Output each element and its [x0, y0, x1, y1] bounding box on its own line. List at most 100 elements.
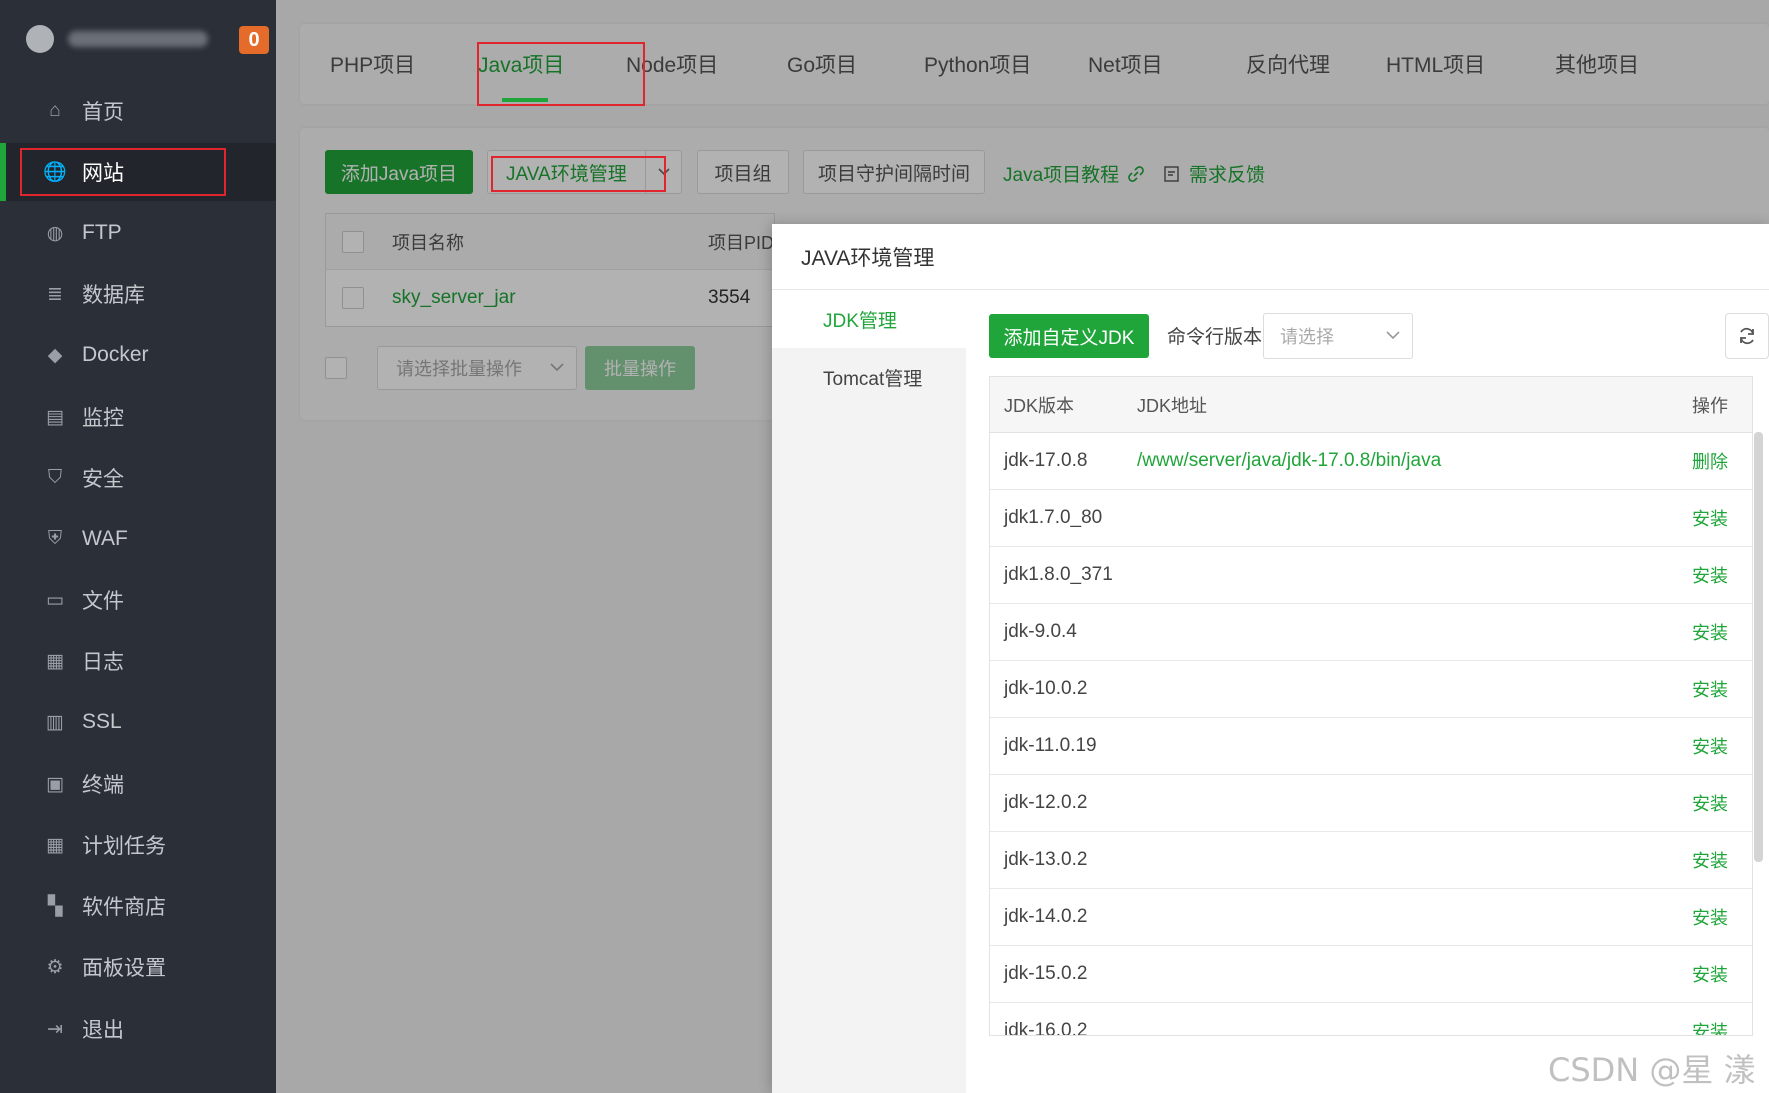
notification-badge[interactable]: 0 — [239, 26, 269, 54]
watermark: CSDN @星 漾 — [1548, 1051, 1756, 1089]
jdk-table-scrollbar[interactable] — [1754, 432, 1763, 862]
sidebar-item-14[interactable]: ⚙ 面板设置 — [0, 938, 276, 996]
sidebar-item-label: 计划任务 — [82, 835, 166, 858]
cmd-version-label: 命令行版本 — [1167, 327, 1263, 348]
sidebar-item-7[interactable]: ⛨ WAF — [0, 510, 276, 568]
cmd-version-select[interactable]: 请选择 — [1263, 313, 1413, 359]
install-link[interactable]: 安装 — [1692, 961, 1752, 987]
sidebar-item-15[interactable]: ⇥ 退出 — [0, 1000, 276, 1058]
jdk-version: jdk-17.0.8 — [1004, 450, 1088, 471]
sidebar-item-label: 数据库 — [82, 284, 145, 307]
terminal-icon: ▣ — [46, 773, 64, 795]
sidebar-item-label: 文件 — [82, 590, 124, 613]
jdk-version: jdk-15.0.2 — [1004, 963, 1088, 984]
apps-icon: ▚ — [47, 895, 63, 917]
refresh-button[interactable] — [1725, 313, 1769, 359]
table-row: jdk-15.0.2 安装 — [990, 946, 1752, 1003]
header-jdk-path: JDK地址 — [1137, 395, 1208, 416]
home-icon: ⌂ — [49, 100, 61, 121]
table-row: jdk1.8.0_371 安装 — [990, 547, 1752, 604]
table-row: jdk-10.0.2 安装 — [990, 661, 1752, 718]
delete-link[interactable]: 删除 — [1692, 448, 1752, 474]
active-tab-underline — [502, 98, 548, 102]
sidebar-item-label: 监控 — [82, 407, 124, 430]
ftp-globe-icon: ◍ — [46, 222, 64, 244]
sidebar-header — [0, 0, 276, 78]
highlight-box-java-env — [491, 156, 666, 192]
waf-shield-icon: ⛨ — [47, 528, 63, 549]
jdk-version: jdk-14.0.2 — [1004, 906, 1088, 927]
sidebar-item-label: Docker — [82, 343, 149, 366]
sidebar-item-label: 安全 — [82, 468, 124, 491]
sidebar-item-9[interactable]: ▦ 日志 — [0, 632, 276, 690]
sidebar-item-6[interactable]: ⛉ 安全 — [0, 449, 276, 507]
install-link[interactable]: 安装 — [1692, 847, 1752, 873]
install-link[interactable]: 安装 — [1692, 1018, 1752, 1035]
install-link[interactable]: 安装 — [1692, 676, 1752, 702]
install-link[interactable]: 安装 — [1692, 790, 1752, 816]
modal-title: JAVA环境管理 — [772, 224, 1769, 290]
sidebar-item-13[interactable]: ▚ 软件商店 — [0, 877, 276, 935]
sidebar-item-label: 退出 — [82, 1019, 124, 1042]
jdk-version: jdk-11.0.19 — [1004, 735, 1097, 756]
sidebar-item-label: 面板设置 — [82, 957, 166, 980]
sidebar-item-label: WAF — [82, 527, 128, 550]
gear-icon: ⚙ — [46, 956, 64, 978]
sidebar-item-8[interactable]: ▭ 文件 — [0, 571, 276, 629]
add-custom-jdk-button[interactable]: 添加自定义JDK — [989, 314, 1149, 358]
server-ip-blurred — [68, 31, 208, 47]
table-row: jdk-14.0.2 安装 — [990, 889, 1752, 946]
sidebar-item-label: 软件商店 — [82, 896, 166, 919]
table-row: jdk-17.0.8/www/server/java/jdk-17.0.8/bi… — [990, 433, 1752, 490]
jdk-version: jdk1.8.0_371 — [1004, 564, 1113, 585]
header-jdk-version: JDK版本 — [1004, 395, 1075, 416]
jdk-table-header: JDK版本 JDK地址 操作 — [990, 377, 1752, 433]
jdk-version: jdk-10.0.2 — [1004, 678, 1088, 699]
jdk-version: jdk-16.0.2 — [1004, 1020, 1088, 1036]
install-link[interactable]: 安装 — [1692, 733, 1752, 759]
table-row: jdk-13.0.2 安装 — [990, 832, 1752, 889]
jdk-version: jdk-9.0.4 — [1004, 621, 1077, 642]
table-row: jdk-9.0.4 安装 — [990, 604, 1752, 661]
install-link[interactable]: 安装 — [1692, 562, 1752, 588]
install-link[interactable]: 安装 — [1692, 505, 1752, 531]
tab-jdk-management[interactable]: JDK管理 — [772, 290, 966, 348]
sidebar-item-3[interactable]: ≣ 数据库 — [0, 265, 276, 323]
jdk-path: /www/server/java/jdk-17.0.8/bin/java — [1137, 450, 1442, 471]
modal-side-tabs: JDK管理 Tomcat管理 — [772, 290, 966, 1093]
table-row: jdk-11.0.19 安装 — [990, 718, 1752, 775]
monitor-icon: ▤ — [46, 406, 64, 428]
sidebar-item-label: 终端 — [82, 774, 124, 797]
sidebar-item-label: SSL — [82, 710, 122, 733]
folder-icon: ▭ — [46, 589, 64, 611]
docker-icon: ◆ — [47, 344, 63, 366]
chevron-down-icon — [1386, 331, 1400, 340]
sidebar-item-4[interactable]: ◆ Docker — [0, 326, 276, 384]
shield-icon: ⛉ — [47, 467, 63, 488]
sidebar-item-label: FTP — [82, 221, 122, 244]
database-icon: ≣ — [47, 283, 63, 305]
table-row: jdk-12.0.2 安装 — [990, 775, 1752, 832]
sidebar-item-label: 首页 — [82, 101, 124, 124]
install-link[interactable]: 安装 — [1692, 619, 1752, 645]
highlight-box-java-tab — [477, 42, 645, 106]
table-row: jdk1.7.0_80 安装 — [990, 490, 1752, 547]
jdk-table: JDK版本 JDK地址 操作 jdk-17.0.8/www/server/jav… — [989, 376, 1753, 1036]
sidebar: 0 ⌂ 首页 🌐 网站 ◍ FTP ≣ 数据库 ◆ Docker ▤ 监控 ⛉ 安全 ⛨ WAF ▭ 文件 ▦ 日志 ▥… — [0, 0, 276, 1093]
sidebar-item-11[interactable]: ▣ 终端 — [0, 755, 276, 813]
logo-icon — [26, 25, 54, 53]
install-link[interactable]: 安装 — [1692, 904, 1752, 930]
sidebar-item-12[interactable]: ▦ 计划任务 — [0, 816, 276, 874]
sidebar-item-10[interactable]: ▥ SSL — [0, 693, 276, 751]
sidebar-item-2[interactable]: ◍ FTP — [0, 204, 276, 262]
jdk-version: jdk-12.0.2 — [1004, 792, 1088, 813]
logout-icon: ⇥ — [47, 1018, 63, 1040]
cmd-version-placeholder: 请选择 — [1280, 327, 1334, 347]
jdk-version: jdk1.7.0_80 — [1004, 507, 1103, 528]
ssl-icon: ▥ — [46, 711, 64, 733]
sidebar-item-0[interactable]: ⌂ 首页 — [0, 82, 276, 140]
jdk-version: jdk-13.0.2 — [1004, 849, 1088, 870]
log-icon: ▦ — [46, 650, 64, 672]
sidebar-item-5[interactable]: ▤ 监控 — [0, 388, 276, 446]
tab-tomcat-management[interactable]: Tomcat管理 — [772, 348, 966, 406]
